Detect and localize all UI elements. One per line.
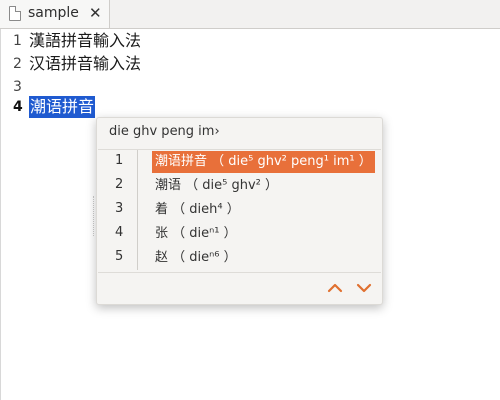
line-number: 4 xyxy=(13,99,23,115)
candidate-text: 潮语拼音 （ die⁵ ghv² peng¹ im¹ ） xyxy=(152,151,375,173)
divider xyxy=(98,149,381,150)
selected-preedit-text[interactable]: 潮语拼音 xyxy=(29,96,96,118)
candidate-index: 1 xyxy=(115,153,124,168)
divider xyxy=(98,272,381,273)
line-text[interactable]: 漢語拼音輸入法 xyxy=(29,30,141,52)
candidate-index: 4 xyxy=(115,225,124,240)
chevron-down-icon[interactable] xyxy=(356,281,372,295)
candidate-item[interactable]: 2 潮语 （ die⁵ ghv² ） xyxy=(97,175,382,199)
candidate-item[interactable]: 4 张 （ dieⁿ¹ ） xyxy=(97,223,382,247)
tab-sample[interactable]: sample ✕ xyxy=(0,0,110,28)
close-icon[interactable]: ✕ xyxy=(89,4,102,22)
ime-candidate-popup: die ghv peng im› 1 潮语拼音 （ die⁵ ghv² peng… xyxy=(93,117,383,305)
candidate-text: 着 （ dieh⁴ ） xyxy=(155,202,240,217)
line-number: 1 xyxy=(13,33,22,49)
chevron-up-icon[interactable] xyxy=(327,281,343,295)
candidate-text: 潮语 （ die⁵ ghv² ） xyxy=(155,178,278,193)
resize-handle xyxy=(93,196,96,236)
candidate-index: 3 xyxy=(115,201,124,216)
candidate-text: 张 （ dieⁿ¹ ） xyxy=(155,226,237,241)
document-icon xyxy=(9,6,21,21)
candidate-index: 2 xyxy=(115,177,124,192)
candidate-text: 赵 （ dieⁿ⁶ ） xyxy=(155,250,237,265)
line-number: 2 xyxy=(13,56,22,72)
candidate-item[interactable]: 5 赵 （ dieⁿ⁶ ） xyxy=(97,247,382,271)
line-text[interactable]: 汉语拼音输入法 xyxy=(29,53,141,75)
ime-preedit: die ghv peng im› xyxy=(109,124,220,139)
candidate-index: 5 xyxy=(115,249,124,264)
candidate-item[interactable]: 3 着 （ dieh⁴ ） xyxy=(97,199,382,223)
tab-bar: sample ✕ xyxy=(0,0,500,29)
candidate-item[interactable]: 1 潮语拼音 （ die⁵ ghv² peng¹ im¹ ） xyxy=(97,151,382,175)
tab-title: sample xyxy=(28,5,79,21)
line-number: 3 xyxy=(13,79,22,95)
